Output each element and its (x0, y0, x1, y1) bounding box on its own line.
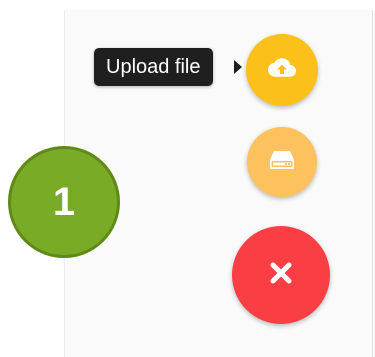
step-number: 1 (52, 179, 76, 224)
panel-divider (372, 10, 373, 357)
step-number-badge: 1 (8, 146, 120, 258)
upload-tooltip-text: Upload file (106, 56, 201, 78)
tooltip-arrow (234, 60, 242, 74)
upload-file-button[interactable] (246, 34, 318, 106)
upload-tooltip: Upload file (94, 48, 213, 86)
hard-drive-icon (269, 150, 295, 175)
close-icon (270, 262, 292, 289)
screen: 1 Upload file (0, 0, 375, 357)
cloud-upload-icon (268, 57, 296, 84)
close-button[interactable] (232, 226, 330, 324)
drive-button[interactable] (247, 127, 317, 197)
